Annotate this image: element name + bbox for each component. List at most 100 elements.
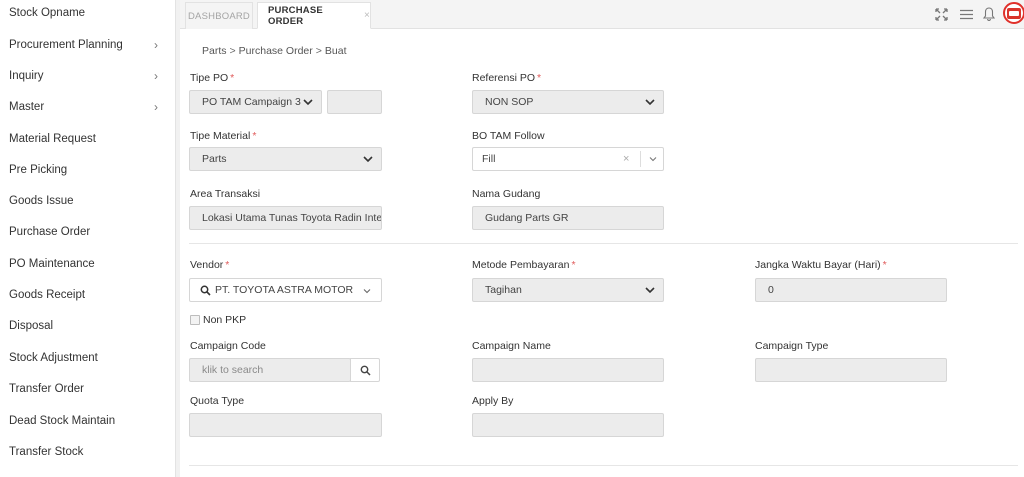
expand-icon[interactable] [933,6,949,22]
non-pkp-label: Non PKP [203,314,247,326]
non-pkp-checkbox[interactable] [190,315,200,325]
sidebar-item-label: Inquiry [9,69,44,82]
area-transaksi-field: Lokasi Utama Tunas Toyota Radin Inten [189,206,382,230]
sidebar-item-transfer-stock[interactable]: Transfer Stock [0,436,176,467]
referensi-po-label: Referensi PO * [472,72,542,84]
sidebar-item-label: Procurement Planning [9,38,123,51]
campaign-name-label: Campaign Name [472,340,551,352]
sidebar-item-master[interactable]: Master › [0,91,176,122]
user-avatar[interactable] [1003,2,1024,24]
breadcrumb-purchase-order[interactable]: Purchase Order [239,45,313,57]
bo-tam-follow-select[interactable]: Fill × [472,147,664,171]
search-icon [200,285,211,296]
chevron-right-icon: › [154,37,158,52]
sidebar-item-label: Disposal [9,319,54,332]
area-transaksi-value: Lokasi Utama Tunas Toyota Radin Inten [202,212,382,224]
hamburger-menu-icon[interactable] [958,6,974,22]
close-tab-icon[interactable]: × [364,10,370,21]
sidebar-item-label: Stock Opname [9,6,86,19]
area-transaksi-label: Area Transaksi [190,188,261,200]
apply-by-field [472,413,664,437]
jangka-waktu-value: 0 [768,284,774,296]
sidebar-item-stock-adjustment[interactable]: Stock Adjustment [0,342,176,373]
chevron-down-icon [363,289,371,294]
campaign-type-label: Campaign Type [755,340,829,352]
chevron-down-icon [645,287,655,294]
breadcrumb-parts[interactable]: Parts [202,45,227,57]
vendor-value: PT. TOYOTA ASTRA MOTOR [215,284,354,296]
campaign-code-placeholder: klik to search [202,364,264,376]
section-divider [189,465,1018,466]
metode-pembayaran-select[interactable]: Tagihan [472,278,664,302]
sidebar-item-goods-issue[interactable]: Goods Issue [0,185,176,216]
referensi-po-select[interactable]: NON SOP [472,90,664,114]
nama-gudang-label: Nama Gudang [472,188,541,200]
sidebar-item-purchase-order[interactable]: Purchase Order [0,216,176,247]
bo-tam-follow-label: BO TAM Follow [472,130,545,142]
tipe-po-label: Tipe PO * [190,72,235,84]
bo-tam-follow-value: Fill [482,153,496,165]
sidebar-item-label: Transfer Order [9,382,84,395]
chevron-right-icon: › [154,68,158,83]
sidebar-item-transfer-order[interactable]: Transfer Order [0,373,176,404]
sidebar-item-label: Transfer Stock [9,445,84,458]
clear-icon[interactable]: × [623,153,629,165]
chevron-right-icon: › [154,99,158,114]
sidebar-item-label: Pre Picking [9,163,68,176]
section-divider [189,243,1018,244]
tab-label: DASHBOARD [188,10,250,22]
jangka-waktu-field[interactable]: 0 [755,278,947,302]
campaign-code-label: Campaign Code [190,340,266,352]
sidebar-item-label: Dead Stock Maintain [9,414,116,427]
chevron-down-icon [649,157,657,162]
vendor-label: Vendor * [190,259,230,271]
tab-label: PURCHASE ORDER [268,4,323,27]
sidebar-item-inquiry[interactable]: Inquiry › [0,60,176,91]
avatar-image [1007,7,1021,19]
search-icon [360,365,371,376]
sidebar-item-label: Master [9,100,45,113]
campaign-search-button[interactable] [350,358,380,382]
breadcrumb-separator: > [315,45,322,57]
vendor-select[interactable]: PT. TOYOTA ASTRA MOTOR [189,278,382,302]
tipe-material-select[interactable]: Parts [189,147,382,171]
sidebar-item-po-maintenance[interactable]: PO Maintenance [0,248,176,279]
sidebar-item-label: Stock Adjustment [9,351,98,364]
tipe-po-value: PO TAM Campaign 3 [202,96,301,108]
metode-pembayaran-value: Tagihan [485,284,522,296]
tipe-material-label: Tipe Material * [190,130,257,142]
sidebar-item-label: Goods Issue [9,194,74,207]
sidebar-item-pre-picking[interactable]: Pre Picking [0,154,176,185]
jangka-waktu-label: Jangka Waktu Bayar (Hari) * [755,259,887,271]
bell-icon[interactable] [981,6,997,22]
tab-bar: DASHBOARD PURCHASE ORDER × [180,0,1024,29]
sidebar-item-material-request[interactable]: Material Request [0,123,176,154]
sidebar-item-disposal[interactable]: Disposal [0,310,176,341]
breadcrumb-buat: Buat [324,45,347,57]
breadcrumb: Parts > Purchase Order > Buat [202,45,347,57]
sidebar-item-stock-opname[interactable]: Stock Opname [0,0,176,28]
sidebar-gutter [176,0,180,477]
sidebar-item-label: Purchase Order [9,225,91,238]
tipe-po-extra-field[interactable] [327,90,382,114]
chevron-down-icon [303,99,313,106]
apply-by-label: Apply By [472,395,514,407]
tab-purchase-order[interactable]: PURCHASE ORDER × [257,2,371,29]
sidebar-item-goods-receipt[interactable]: Goods Receipt [0,279,176,310]
sidebar: Stock Opname Procurement Planning › Inqui… [0,0,176,477]
tab-dashboard[interactable]: DASHBOARD [185,2,253,29]
sidebar-item-procurement-planning[interactable]: Procurement Planning › [0,29,176,60]
tipe-po-select[interactable]: PO TAM Campaign 3 [189,90,322,114]
campaign-name-field [472,358,664,382]
campaign-code-input[interactable]: klik to search [189,358,351,382]
chevron-down-icon [645,99,655,106]
sidebar-item-label: Material Request [9,132,96,145]
sidebar-item-label: PO Maintenance [9,257,95,270]
quota-type-field [189,413,382,437]
referensi-po-value: NON SOP [485,96,534,108]
breadcrumb-separator: > [229,45,236,57]
sidebar-item-label: Goods Receipt [9,288,86,301]
tipe-material-value: Parts [202,153,227,165]
sidebar-item-dead-stock-maintain[interactable]: Dead Stock Maintain [0,405,176,436]
chevron-down-icon [363,156,373,163]
